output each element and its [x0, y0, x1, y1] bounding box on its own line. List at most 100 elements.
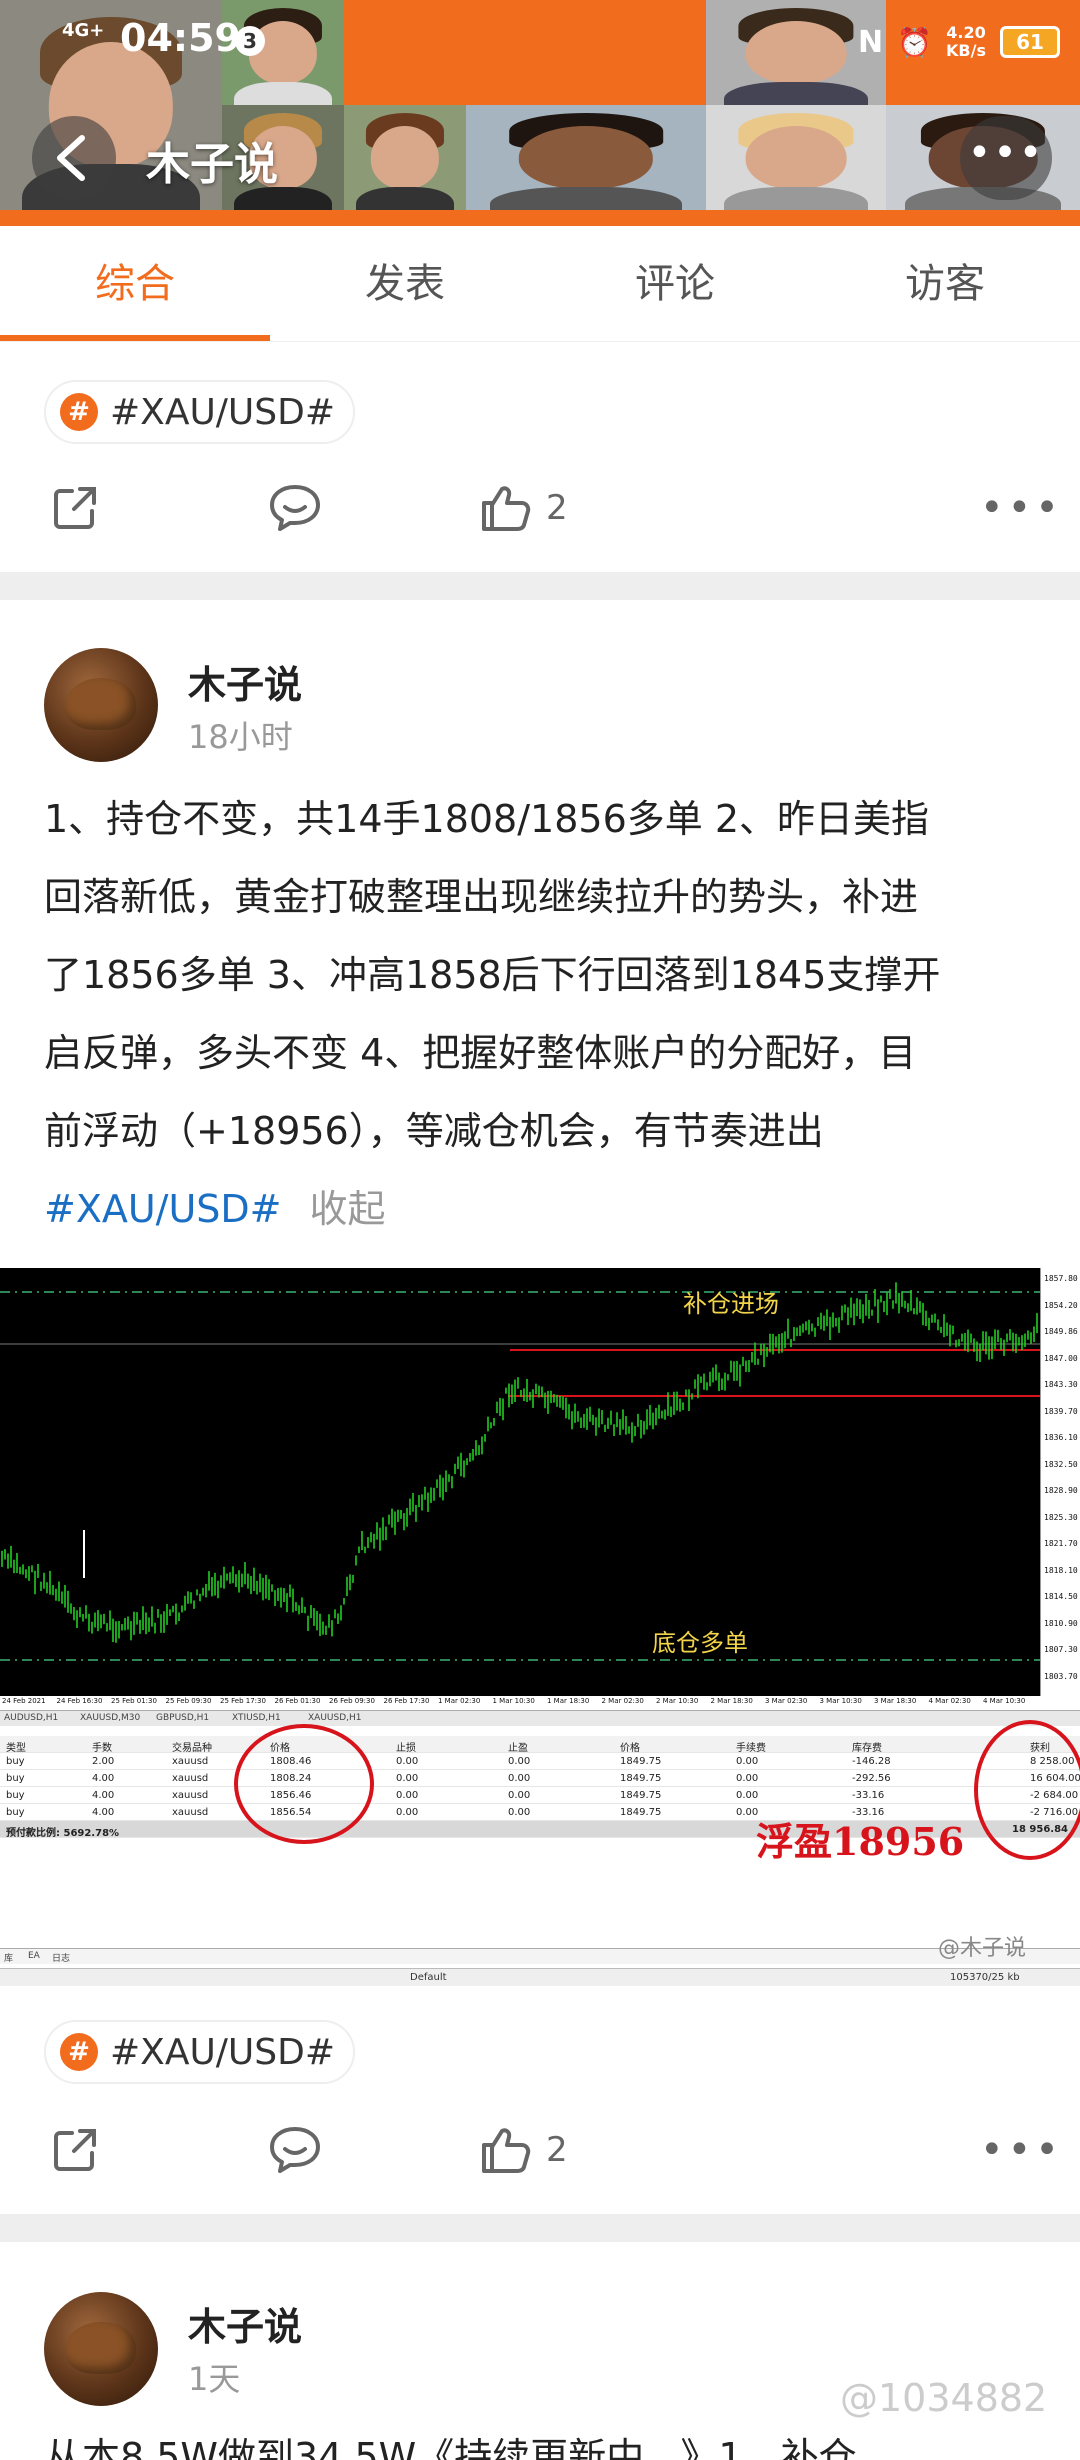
table-cell: 0.00 — [736, 1790, 759, 1801]
symbol-tabs: AUDUSD,H1 XAUUSD,M30 GBPUSD,H1 XTIUSD,H1 XAU… — [0, 1710, 1080, 1726]
back-button[interactable] — [32, 116, 116, 200]
table-cell: 4.00 — [92, 1773, 115, 1784]
author-name[interactable]: 木子说 — [188, 654, 302, 709]
post-actions: 2 ••• — [0, 468, 1080, 548]
post-line: 启反弹，多头不变 4、把握好整体账户的分配好，目 — [44, 1031, 917, 1075]
author-name[interactable]: 木子说 — [188, 2296, 302, 2351]
date-tick: 26 Feb 01:30 — [274, 1697, 321, 1705]
battery-icon: 61 — [1000, 26, 1060, 58]
price-tick: 1857.80 — [1044, 1274, 1078, 1283]
date-tick: 4 Mar 02:30 — [928, 1697, 971, 1705]
table-row: buy 4.00 xauusd 1856.46 0.00 0.00 1849.75 0.00-… — [0, 1787, 1080, 1804]
price-tick: 1825.30 — [1044, 1512, 1078, 1522]
post-more-button[interactable]: ••• — [980, 2110, 1063, 2190]
margin-level: 预付款比例: 5692.78% — [6, 1828, 120, 1839]
table-cell: xauusd — [172, 1807, 209, 1818]
alarm-icon: ⏰ — [897, 25, 933, 59]
header-accent-strip — [0, 210, 1080, 226]
image-watermark: @木子说 — [938, 1936, 1027, 1961]
table-cell: 1849.75 — [620, 1807, 662, 1818]
ellipsis-icon: ••• — [980, 2127, 1063, 2173]
price-tick: 1854.20 — [1044, 1300, 1078, 1310]
table-cell: 止盈 — [508, 1743, 528, 1754]
table-cell: 手数 — [92, 1743, 112, 1754]
comment-button[interactable] — [268, 2110, 322, 2190]
avatar[interactable] — [44, 2292, 158, 2406]
header-photo — [466, 105, 706, 210]
table-cell: xauusd — [172, 1756, 209, 1767]
table-cell: buy — [6, 1807, 25, 1818]
price-chart: 补仓进场 底仓多单 — [0, 1268, 1040, 1696]
more-button[interactable]: ••• — [960, 116, 1052, 200]
feed-separator — [0, 2214, 1080, 2242]
tab-comments[interactable]: 评论 — [540, 226, 810, 341]
price-tick: 1828.90 — [1044, 1486, 1078, 1495]
price-tick: 1821.70 — [1044, 1539, 1078, 1548]
table-cell: 0.00 — [396, 1756, 419, 1767]
date-tick: 24 Feb 2021 — [2, 1697, 46, 1705]
terminal-tab[interactable]: 日志 — [52, 1951, 70, 1964]
tab-overview[interactable]: 综合 — [0, 226, 270, 341]
like-button[interactable]: 2 — [480, 468, 568, 548]
comment-button[interactable] — [268, 468, 322, 548]
terminal-profile: Default — [410, 1972, 447, 1983]
topic-tag[interactable]: # #XAU/USD# — [44, 380, 356, 444]
feed-separator — [0, 572, 1080, 600]
tab-posts[interactable]: 发表 — [270, 226, 540, 341]
date-tick: 4 Mar 10:30 — [983, 1697, 1026, 1705]
post-hashtag-link[interactable]: #XAU/USD# — [44, 1187, 282, 1231]
terminal-tab[interactable]: EA — [28, 1951, 40, 1961]
collapse-link[interactable]: 收起 — [310, 1187, 386, 1231]
table-cell: xauusd — [172, 1790, 209, 1801]
table-cell: 2.00 — [92, 1756, 115, 1767]
hash-icon: # — [60, 393, 98, 431]
table-cell: 1849.75 — [620, 1756, 662, 1767]
thumb-up-icon — [482, 2128, 531, 2173]
topic-tag[interactable]: # #XAU/USD# — [44, 2020, 356, 2084]
date-tick: 3 Mar 10:30 — [819, 1697, 862, 1705]
share-button[interactable] — [50, 468, 100, 548]
status-time: 04:59 — [120, 16, 241, 60]
tab-visitors[interactable]: 访客 — [810, 226, 1080, 341]
date-tick: 2 Mar 02:30 — [601, 1697, 644, 1705]
terminal-tab[interactable]: 库 — [4, 1951, 13, 1964]
comment-icon — [270, 485, 320, 531]
like-button[interactable]: 2 — [480, 2110, 568, 2190]
symbol-tab[interactable]: XAUUSD,H1 — [308, 1713, 362, 1723]
post-image[interactable]: 补仓进场 底仓多单 1857.80 1854.20 1849.86 1847.00 18… — [0, 1268, 1080, 1990]
symbol-tab[interactable]: AUDUSD,H1 — [4, 1713, 58, 1723]
price-tick: 1803.70 — [1044, 1671, 1078, 1681]
post-tail-line: #XAU/USD# 收起 — [44, 1170, 1044, 1248]
post-time: 1天 — [188, 2360, 241, 2398]
status-right: N ⏰ 4.20 KB/s 61 — [858, 20, 1060, 64]
price-axis: 1857.80 1854.20 1849.86 1847.00 1843.30 1839.… — [1040, 1268, 1080, 1696]
price-tick: 1847.00 — [1044, 1353, 1078, 1363]
table-cell: 止损 — [396, 1743, 416, 1754]
page-title: 木子说 — [146, 139, 278, 190]
symbol-tab[interactable]: XTIUSD,H1 — [232, 1713, 281, 1723]
price-tick: 1836.10 — [1044, 1433, 1078, 1442]
table-cell: 0.00 — [736, 1807, 759, 1818]
date-tick: 26 Feb 09:30 — [329, 1697, 375, 1705]
table-cell: 类型 — [6, 1743, 26, 1754]
date-tick: 25 Feb 01:30 — [111, 1697, 157, 1705]
profit-highlight-circle — [974, 1720, 1080, 1860]
symbol-tab[interactable]: GBPUSD,H1 — [156, 1713, 209, 1723]
post-time: 18小时 — [188, 718, 293, 756]
floating-profit-label: 浮盈18956 — [756, 1819, 965, 1864]
table-cell: 交易品种 — [172, 1743, 212, 1754]
symbol-tab[interactable]: XAUUSD,M30 — [80, 1713, 140, 1723]
share-icon — [54, 2129, 96, 2171]
post-more-button[interactable]: ••• — [980, 468, 1063, 548]
table-cell: -146.28 — [852, 1756, 891, 1767]
table-cell: 0.00 — [396, 1773, 419, 1784]
table-header-row: 类型 手数 交易品种 价格 止损 止盈 价格 手续费 库存费 获利 — [0, 1736, 1080, 1754]
avatar[interactable] — [44, 648, 158, 762]
network-speed: 4.20 KB/s — [946, 24, 986, 60]
ellipsis-icon: ••• — [980, 485, 1063, 531]
post-actions: 2 ••• — [0, 2110, 1080, 2190]
thumb-up-icon — [482, 486, 531, 531]
date-tick: 1 Mar 18:30 — [547, 1697, 590, 1705]
price-tick: 1849.86 — [1044, 1327, 1078, 1336]
share-button[interactable] — [50, 2110, 100, 2190]
